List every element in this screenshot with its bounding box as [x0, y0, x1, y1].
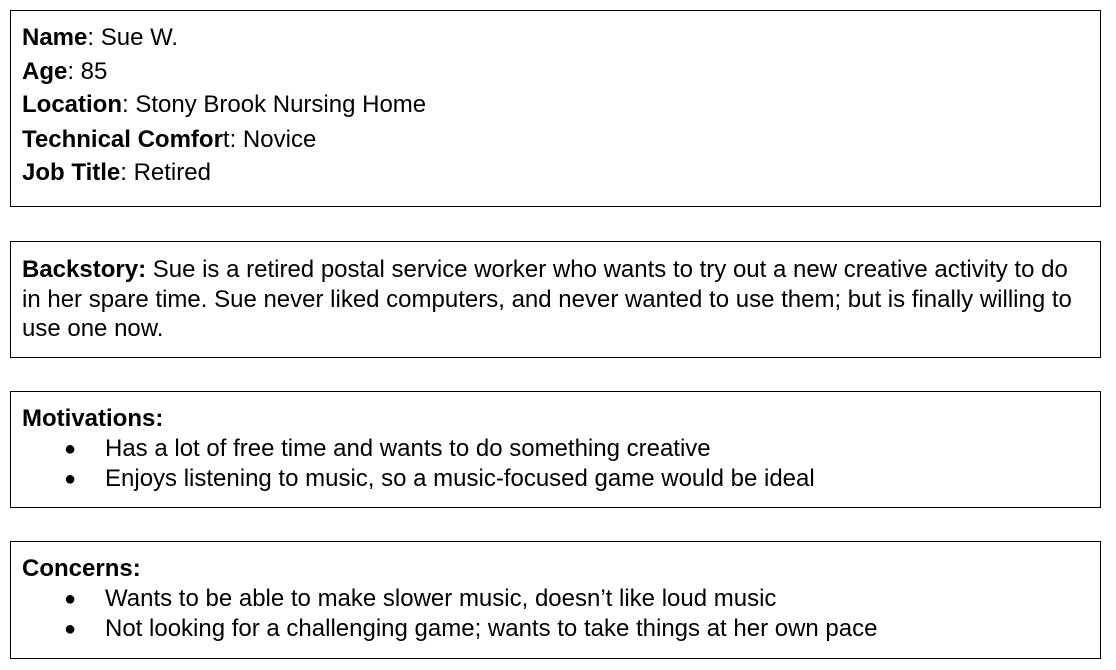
age-value: : 85: [67, 58, 108, 85]
name-label: Name: [22, 24, 88, 51]
profile-box: Name: Sue W. Age: 85 Location: Stony Bro…: [10, 10, 1101, 207]
concern-item-text: Wants to be able to make slower music, d…: [105, 585, 777, 612]
motivations-box: Motivations: ● Has a lot of free time an…: [10, 391, 1101, 508]
concerns-heading-line: Concerns:: [22, 554, 141, 584]
technical-comfort-value: t: Novice: [222, 126, 317, 153]
job-title-label: Job Title: [22, 159, 121, 186]
job-title-line: Job Title: Retired: [22, 158, 211, 188]
motivations-heading-line: Motivations:: [22, 404, 163, 434]
backstory-box: Backstory: Sue is a retired postal servi…: [10, 241, 1101, 358]
backstory-label: Backstory:: [22, 256, 147, 283]
bullet-icon: ●: [64, 468, 77, 490]
bullet-icon: ●: [64, 618, 77, 640]
job-title-value: : Retired: [120, 159, 211, 186]
age-line: Age: 85: [22, 57, 107, 87]
concerns-box: Concerns: ● Wants to be able to make slo…: [10, 541, 1101, 659]
bullet-icon: ●: [64, 588, 77, 610]
location-line: Location: Stony Brook Nursing Home: [22, 90, 426, 120]
name-value: : Sue W.: [87, 24, 179, 51]
name-line: Name: Sue W.: [22, 23, 178, 53]
motivation-item-text: Enjoys listening to music, so a music-fo…: [105, 465, 815, 492]
backstory-text: Sue is a retired postal service worker w…: [22, 256, 1072, 342]
location-label: Location: [22, 91, 122, 118]
bullet-icon: ●: [64, 438, 77, 460]
backstory-paragraph: Backstory: Sue is a retired postal servi…: [22, 255, 1090, 344]
motivations-heading: Motivations:: [22, 405, 164, 432]
concern-item-text: Not looking for a challenging game; want…: [105, 615, 878, 642]
technical-comfort-label: Technical Comfor: [22, 126, 223, 153]
technical-comfort-line: Technical Comfort: Novice: [22, 125, 316, 155]
concerns-heading: Concerns:: [22, 555, 141, 582]
location-value: : Stony Brook Nursing Home: [122, 91, 427, 118]
age-label: Age: [22, 58, 68, 85]
motivation-item-text: Has a lot of free time and wants to do s…: [105, 435, 711, 462]
